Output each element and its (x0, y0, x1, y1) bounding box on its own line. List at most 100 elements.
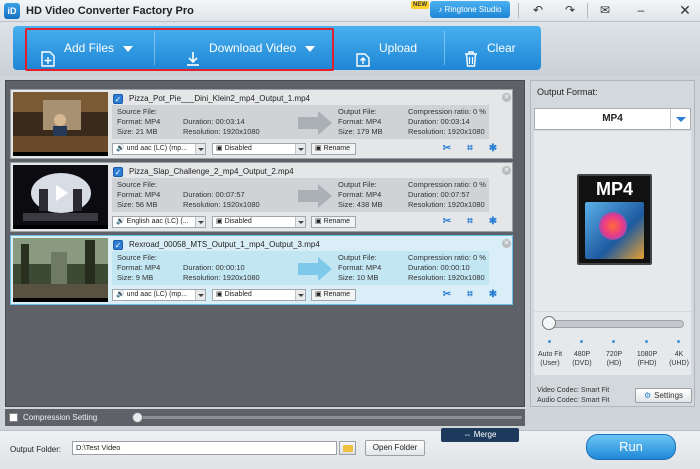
output-format-value: MP4 (602, 113, 623, 124)
gear-icon: ⚙ (643, 391, 652, 400)
output-label: Output File: (338, 180, 377, 189)
output-size: Size: 438 MB (338, 200, 383, 209)
audio-track-select[interactable]: 🔊 und aac (LC) (mp... (112, 289, 206, 301)
output-resolution: Resolution: 1920x1080 (408, 273, 485, 282)
undo-icon[interactable]: ↶ (527, 2, 549, 19)
effects-icon[interactable]: ✱ (487, 143, 499, 155)
task-checkbox[interactable]: ✓ (113, 94, 123, 104)
convert-arrow-icon (298, 184, 332, 208)
audio-track-select[interactable]: 🔊 und aac (LC) (mp... (112, 143, 206, 155)
source-format: Format: MP4 (117, 263, 161, 272)
chevron-down-icon (295, 144, 305, 154)
source-format: Format: MP4 (117, 190, 161, 199)
subtitle-value: Disabled (224, 291, 252, 298)
crop-icon[interactable]: ⌗ (464, 143, 476, 155)
mp4-format-icon: MP4 (577, 174, 652, 265)
resolution-slider-thumb[interactable] (542, 316, 556, 330)
app-logo-icon: iD (4, 3, 20, 19)
source-label: Source File: (117, 107, 158, 116)
effects-icon[interactable]: ✱ (487, 216, 499, 228)
compression-setting-label: Compression Setting (23, 413, 98, 422)
message-icon[interactable]: ✉ (594, 2, 616, 19)
cut-icon[interactable]: ✂ (441, 289, 453, 301)
rename-label: Rename (323, 218, 351, 225)
cut-icon[interactable]: ✂ (441, 216, 453, 228)
audio-codec-label: Audio Codec: Smart Fit (537, 397, 610, 404)
title-bar: iD HD Video Converter Factory Pro NEW ♪ … (0, 0, 700, 22)
output-label: Output File: (338, 253, 377, 262)
crop-icon[interactable]: ⌗ (464, 216, 476, 228)
browse-folder-button[interactable] (339, 441, 356, 455)
output-format: Format: MP4 (338, 190, 382, 199)
rename-button[interactable]: ▣ Rename (311, 289, 356, 301)
upload-button[interactable]: Upload (356, 26, 417, 70)
run-button[interactable]: Run (586, 434, 676, 460)
chevron-down-icon (295, 290, 305, 300)
subtitle-select[interactable]: ▣ Disabled (212, 216, 306, 228)
clear-button[interactable]: Clear (464, 26, 516, 70)
merge-button[interactable]: ⇔ Merge (441, 428, 519, 442)
compression-slider-track[interactable] (137, 416, 522, 419)
output-format-panel: Output Format: MP4 MP4 Auto Fit (User) 48… (530, 80, 695, 407)
effects-icon[interactable]: ✱ (487, 289, 499, 301)
crop-icon[interactable]: ⌗ (464, 289, 476, 301)
compression-ratio: Compression ratio: 0 % (408, 253, 486, 262)
rename-button[interactable]: ▣ Rename (311, 143, 356, 155)
resolution-option[interactable]: 720P (HD) (599, 350, 629, 368)
task-item[interactable]: ✓ Rexroad_00058_MTS_Output_1_mp4_Output_… (10, 235, 513, 305)
resolution-option[interactable]: 480P (DVD) (567, 350, 597, 368)
remove-task-icon[interactable]: ✕ (502, 239, 511, 248)
task-item[interactable]: ✓ Pizza_Slap_Challenge_2_mp4_Output_2.mp… (10, 162, 513, 232)
settings-button[interactable]: ⚙ Settings (635, 388, 692, 403)
source-format: Format: MP4 (117, 117, 161, 126)
upload-icon (356, 41, 370, 67)
task-item[interactable]: ✓ Pizza_Pot_Pie___Dini_Klein2_mp4_Output… (10, 89, 513, 159)
minimize-icon[interactable]: – (630, 2, 652, 19)
task-checkbox[interactable]: ✓ (113, 167, 123, 177)
open-folder-button[interactable]: Open Folder (365, 440, 425, 456)
resolution-panel: Auto Fit (User) 480P (DVD) 720P (HD) 1080P(… (534, 312, 691, 375)
upload-label: Upload (379, 41, 418, 55)
remove-task-icon[interactable]: ✕ (502, 93, 511, 102)
compression-slider-thumb[interactable] (132, 412, 143, 423)
ringtone-studio-button[interactable]: ♪ Ringtone Studio (430, 1, 510, 18)
resolution-tick (548, 340, 551, 343)
resolution-option[interactable]: Auto Fit (User) (535, 350, 565, 368)
ringtone-studio-label: Ringtone Studio (444, 5, 502, 14)
compression-checkbox[interactable] (9, 413, 18, 422)
audio-track-select[interactable]: 🔊 English aac (LC) (... (112, 216, 206, 228)
chevron-down-icon (195, 144, 205, 154)
file-info: Source File: Format: MP4 Duration: 00:07… (112, 178, 489, 212)
output-folder-input[interactable]: D:\Test Video (72, 441, 337, 455)
video-thumbnail (13, 92, 108, 156)
source-label: Source File: (117, 253, 158, 262)
redo-icon[interactable]: ↷ (559, 2, 581, 19)
subtitle-value: Disabled (224, 218, 252, 225)
output-format-select[interactable]: MP4 (534, 108, 691, 130)
resolution-option[interactable]: 4K (UHD) (664, 350, 694, 368)
rename-button[interactable]: ▣ Rename (311, 216, 356, 228)
task-checkbox[interactable]: ✓ (113, 240, 123, 250)
close-icon[interactable]: ✕ (670, 0, 700, 20)
subtitle-select[interactable]: ▣ Disabled (212, 143, 306, 155)
source-resolution: Resolution: 1920x1080 (183, 273, 260, 282)
merge-label: Merge (473, 430, 497, 439)
audio-track-value: English aac (LC) (... (126, 218, 189, 225)
remove-task-icon[interactable]: ✕ (502, 166, 511, 175)
thumbnail-bar (13, 225, 108, 229)
subtitle-select[interactable]: ▣ Disabled (212, 289, 306, 301)
output-resolution: Resolution: 1920x1080 (408, 200, 485, 209)
output-label: Output File: (338, 107, 377, 116)
resolution-slider-track[interactable] (542, 320, 684, 328)
file-name: Pizza_Slap_Challenge_2_mp4_Output_2.mp4 (129, 167, 294, 176)
output-format-title: Output Format: (537, 87, 598, 97)
task-list: ✓ Pizza_Pot_Pie___Dini_Klein2_mp4_Output… (5, 80, 525, 407)
cut-icon[interactable]: ✂ (441, 143, 453, 155)
video-codec-label: Video Codec: Smart Fit (537, 387, 610, 394)
output-duration: Duration: 00:07:57 (408, 190, 470, 199)
resolution-option[interactable]: 1080P (FHD) (632, 350, 662, 368)
balloon-artwork (585, 202, 644, 259)
folder-icon (343, 445, 353, 452)
format-preview: MP4 (534, 131, 691, 311)
file-info: Source File: Format: MP4 Duration: 00:03… (112, 105, 489, 139)
